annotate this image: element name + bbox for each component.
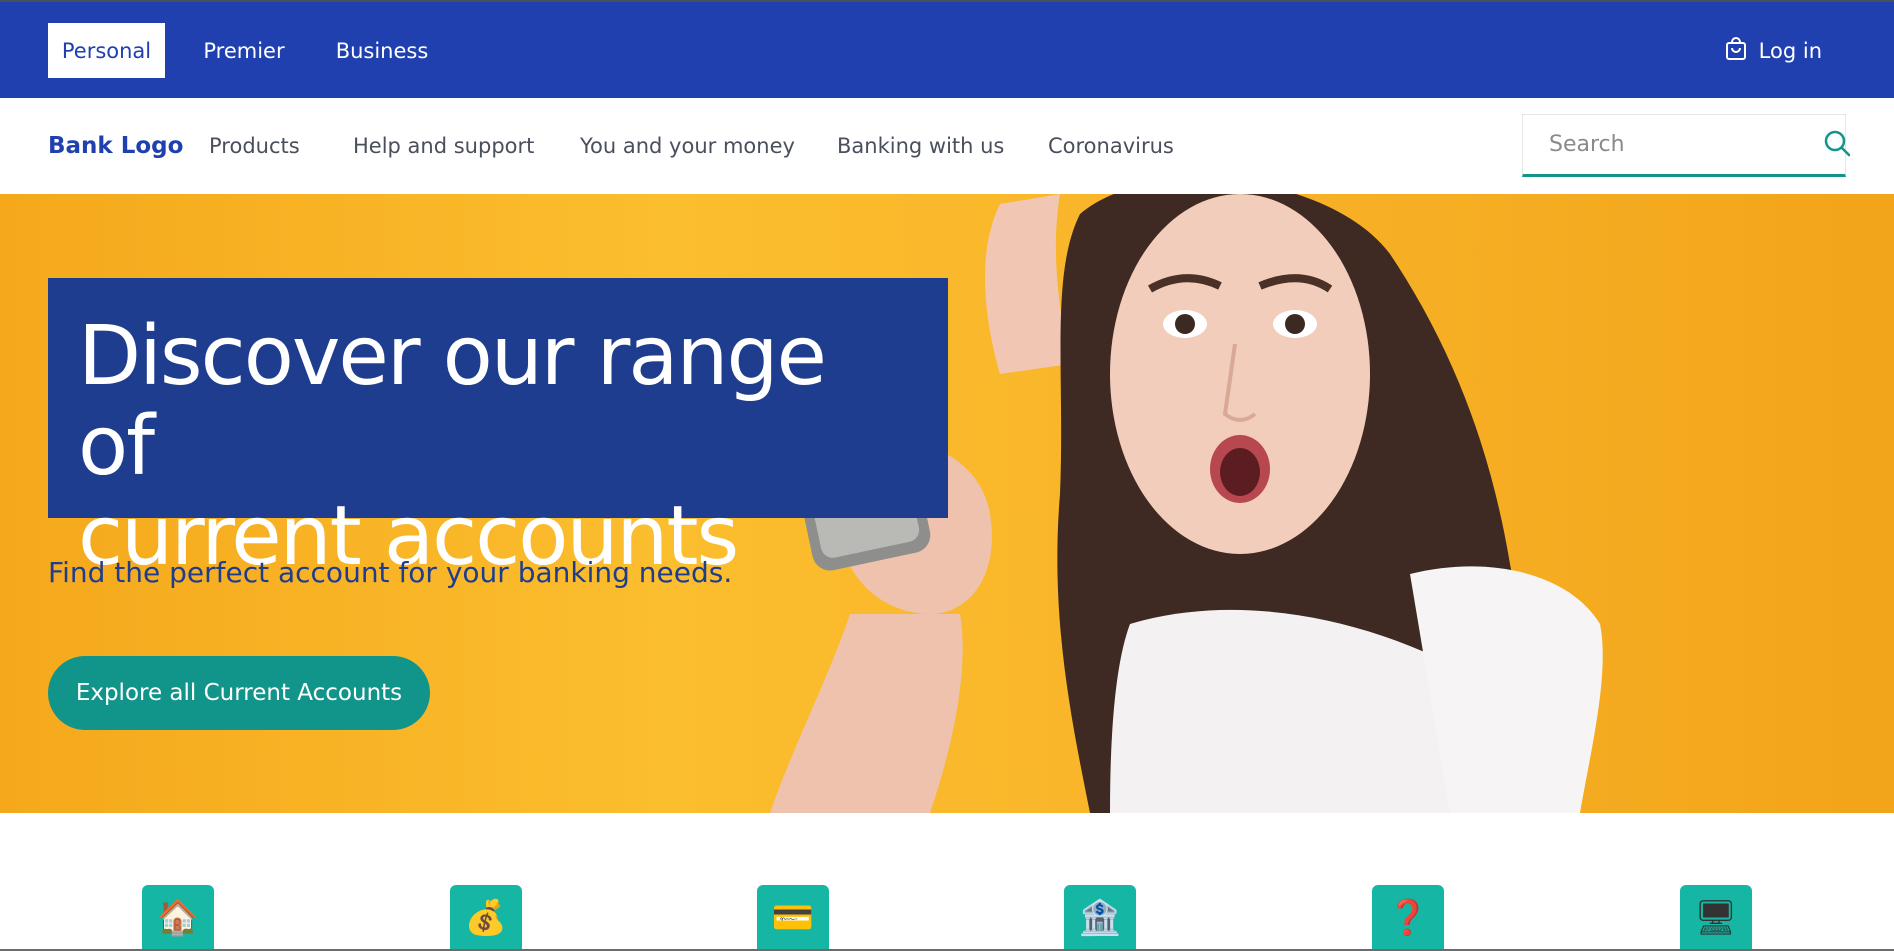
hero-headline-line1: Discover our range of <box>78 309 827 494</box>
tab-business[interactable]: Business <box>322 23 442 78</box>
headline-box: Discover our range of current accounts <box>48 278 948 582</box>
nav-item-products[interactable]: Products <box>209 98 300 194</box>
tile-savings[interactable]: 💰 <box>450 885 522 951</box>
top-segment-bar: Personal Premier Business Log in <box>0 0 1894 98</box>
tile-banking[interactable]: 🏦 <box>1064 885 1136 951</box>
nav-item-coronavirus[interactable]: Coronavirus <box>1048 98 1174 194</box>
bank-icon: 🏦 <box>1078 898 1122 938</box>
hero-subheading: Find the perfect account for your bankin… <box>48 556 733 589</box>
search-box <box>1522 114 1851 177</box>
nav-item-help-and-support[interactable]: Help and support <box>353 98 534 194</box>
house-icon: 🏠 <box>156 898 200 938</box>
nav-item-you-and-your-money[interactable]: You and your money <box>580 98 795 194</box>
tile-credit-cards[interactable]: 💳 <box>757 885 829 951</box>
shopping-bag-icon <box>1725 36 1747 66</box>
hero-banner: Discover our range of current accounts F… <box>0 194 1894 813</box>
main-navbar: Bank Logo Products Help and support You … <box>0 98 1894 194</box>
tile-help[interactable]: ❓ <box>1372 885 1444 951</box>
search-input[interactable] <box>1549 132 1823 157</box>
search-icon[interactable] <box>1823 129 1851 161</box>
tile-online-banking[interactable]: 🖥 <box>1680 885 1752 951</box>
tab-personal[interactable]: Personal <box>48 23 165 78</box>
tab-premier[interactable]: Premier <box>190 23 298 78</box>
explore-current-accounts-button[interactable]: Explore all Current Accounts <box>48 656 430 730</box>
computer-icon: 🖥 <box>1694 898 1738 938</box>
bank-logo[interactable]: Bank Logo <box>48 98 183 194</box>
login-label: Log in <box>1758 39 1822 63</box>
question-mark-icon: ❓ <box>1386 898 1430 938</box>
login-button[interactable]: Log in <box>1725 26 1822 76</box>
nav-item-banking-with-us[interactable]: Banking with us <box>837 98 1004 194</box>
tile-mortgages[interactable]: 🏠 <box>142 885 214 951</box>
product-tiles: 🏠 💰 💳 🏦 ❓ 🖥 <box>0 813 1894 951</box>
credit-card-icon: 💳 <box>771 898 815 938</box>
money-bag-icon: 💰 <box>464 898 508 938</box>
